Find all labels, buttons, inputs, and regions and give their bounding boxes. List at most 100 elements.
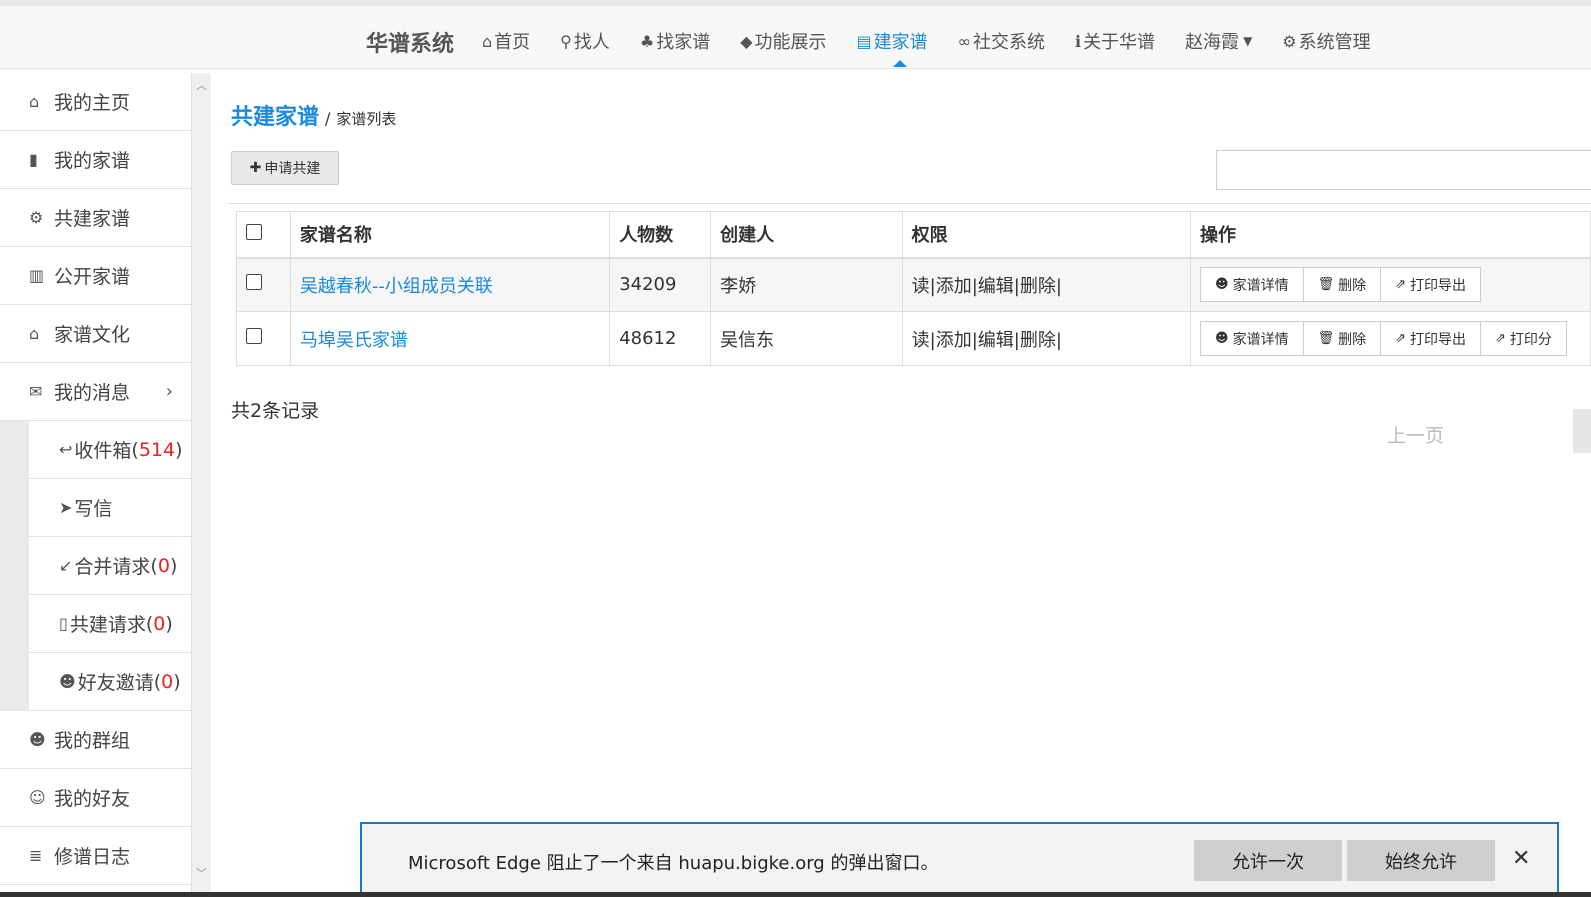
- comments-icon: ✉: [29, 382, 43, 401]
- nav-home[interactable]: ⌂ 首页: [482, 28, 530, 54]
- sidebar-item-friends[interactable]: ☺ 我的好友: [0, 769, 191, 827]
- trash-icon: 🗑: [1317, 277, 1335, 293]
- nav-label: 找家谱: [656, 32, 711, 53]
- button-label: 删除: [1338, 277, 1367, 294]
- actions-cell: ☻ 家谱详情 🗑 删除 ⇗ 打印导出 ⇗ 打印分: [1190, 311, 1591, 366]
- button-label: 申请共建: [264, 161, 321, 177]
- file-o-icon: ▯: [59, 614, 68, 633]
- col-creator: 创建人: [710, 211, 903, 259]
- select-all-cell: [236, 211, 291, 259]
- pagination-next[interactable]: [1573, 409, 1591, 453]
- brand-logo[interactable]: 华谱系统: [366, 26, 454, 58]
- chevron-down-icon[interactable]: ﹀: [196, 865, 207, 881]
- invite-count: 0: [161, 670, 174, 693]
- sidebar-item-write[interactable]: ➤ 写信: [29, 479, 191, 537]
- sidebar-item-label: 我的好友: [54, 788, 131, 810]
- col-name: 家谱名称: [289, 211, 611, 259]
- sidebar-item-label: 修谱日志: [54, 846, 131, 868]
- nav-system-admin[interactable]: ⚙ 系统管理: [1282, 28, 1370, 54]
- print-branch-button[interactable]: ⇗ 打印分: [1480, 321, 1567, 356]
- permission-cell: 读|添加|编辑|删除|: [901, 311, 1192, 366]
- genealogy-name-link[interactable]: 马埠吴氏家谱: [300, 330, 408, 351]
- users-icon: ☻: [29, 730, 46, 749]
- allow-once-button[interactable]: 允许一次: [1194, 840, 1342, 881]
- chevron-up-icon[interactable]: ︿: [196, 77, 207, 93]
- sidebar-scrollbar[interactable]: ︿ ﹀: [191, 73, 211, 897]
- send-icon: ➤: [59, 498, 73, 517]
- breadcrumb: 共建家谱 / 家谱列表: [231, 99, 396, 131]
- nav-build-genealogy[interactable]: ▤ 建家谱: [856, 28, 928, 67]
- users-icon: ☻: [1215, 331, 1229, 346]
- print-export-button[interactable]: ⇗ 打印导出: [1380, 321, 1481, 356]
- sidebar-item-public[interactable]: ▥ 公开家谱: [0, 247, 191, 305]
- sidebar-item-co-build[interactable]: ⚙ 共建家谱: [0, 189, 191, 247]
- permission-cell: 读|添加|编辑|删除|: [901, 257, 1192, 312]
- chevron-right-icon: ›: [165, 381, 173, 402]
- button-label: 打印导出: [1410, 331, 1466, 348]
- delete-button[interactable]: 🗑 删除: [1302, 267, 1382, 303]
- sidebar-item-label: 收件箱: [74, 440, 132, 462]
- sidebar-item-label: 好友邀请: [77, 672, 154, 694]
- sidebar-item-label: 我的消息: [54, 382, 131, 404]
- sidebar-item-messages[interactable]: ✉ 我的消息 ›: [0, 363, 191, 421]
- apply-cobuild-button[interactable]: ✚ 申请共建: [231, 151, 339, 185]
- top-navbar: 华谱系统 ⌂ 首页 ⚲ 找人 ♣ 找家谱 ◆ 功能展示 ▤ 建家谱 ∞ 社交系统 ℹ 关于华谱…: [0, 0, 1591, 69]
- close-icon[interactable]: ✕: [1512, 846, 1530, 871]
- prev-page-link[interactable]: 上一页: [1387, 421, 1444, 448]
- popup-message: Microsoft Edge 阻止了一个来自 huapu.bigke.org 的…: [408, 853, 939, 874]
- sidebar-item-merge-requests[interactable]: ↙ 合并请求(0): [29, 537, 191, 595]
- sidebar-item-my-genealogy[interactable]: ▮ 我的家谱: [0, 131, 191, 189]
- cobuild-count: 0: [153, 612, 166, 635]
- book-icon: ▤: [856, 31, 872, 51]
- home-icon: ⌂: [29, 92, 40, 111]
- always-allow-button[interactable]: 始终允许: [1347, 840, 1495, 881]
- main-nav: ⌂ 首页 ⚲ 找人 ♣ 找家谱 ◆ 功能展示 ▤ 建家谱 ∞ 社交系统 ℹ 关于华谱 赵海霞 ▼…: [482, 28, 1401, 67]
- link-icon: ∞: [957, 31, 971, 51]
- sidebar-item-cobuild-requests[interactable]: ▯ 共建请求(0): [29, 595, 191, 653]
- users-icon: ☻: [1215, 277, 1229, 293]
- table-row: 吴越春秋--小组成员关联 34209 李娇 读|添加|编辑|删除| ☻ 家谱详情 …: [236, 257, 1591, 312]
- nav-features[interactable]: ◆ 功能展示: [740, 28, 826, 54]
- print-export-button[interactable]: ⇗ 打印导出: [1380, 267, 1481, 303]
- sidebar-item-culture[interactable]: ⌂ 家谱文化: [0, 305, 191, 363]
- file-icon: ▮: [29, 150, 38, 169]
- sidebar-item-label: 家谱文化: [54, 324, 131, 346]
- row-checkbox[interactable]: [246, 328, 262, 344]
- nav-find-person[interactable]: ⚲ 找人: [560, 28, 610, 54]
- nav-label: 首页: [494, 32, 531, 53]
- gears-icon: ⚙: [29, 208, 44, 227]
- name-cell: 吴越春秋--小组成员关联: [289, 257, 611, 312]
- share-icon: ⇗: [1495, 331, 1506, 346]
- sidebar-item-home[interactable]: ⌂ 我的主页: [0, 73, 191, 131]
- select-all-checkbox[interactable]: [246, 223, 262, 240]
- sidebar-item-log[interactable]: ≣ 修谱日志: [0, 827, 191, 885]
- reply-icon: ↩: [59, 440, 73, 459]
- row-checkbox[interactable]: [246, 274, 262, 291]
- messages-submenu: ↩ 收件箱(514) ➤ 写信 ↙ 合并请求(0) ▯ 共建请求(0) ☻ 好友邀请(0): [0, 421, 191, 711]
- delete-button[interactable]: 🗑 删除: [1302, 321, 1382, 356]
- nav-about[interactable]: ℹ 关于华谱: [1075, 28, 1155, 54]
- compress-icon: ↙: [59, 556, 73, 575]
- popup-blocked-bar: Microsoft Edge 阻止了一个来自 huapu.bigke.org 的…: [360, 822, 1559, 897]
- search-input[interactable]: [1216, 150, 1591, 190]
- sidebar-item-friend-invites[interactable]: ☻ 好友邀请(0): [29, 653, 191, 711]
- merge-count: 0: [157, 554, 170, 577]
- nav-label: 系统管理: [1298, 32, 1371, 53]
- nav-social[interactable]: ∞ 社交系统: [958, 28, 1045, 54]
- genealogy-table: 家谱名称 人物数 创建人 权限 操作 吴越春秋--小组成员关联 34209 李娇…: [236, 211, 1591, 366]
- genealogy-name-link[interactable]: 吴越春秋--小组成员关联: [300, 276, 493, 297]
- row-select-cell: [236, 311, 291, 366]
- count-cell: 34209: [609, 257, 712, 312]
- caret-down-icon: ▼: [1243, 34, 1253, 48]
- tree-icon: ♣: [639, 31, 655, 51]
- taskbar-edge: [0, 892, 1591, 897]
- detail-button[interactable]: ☻ 家谱详情: [1200, 321, 1304, 356]
- count-cell: 48612: [609, 311, 712, 366]
- nav-label: 找人: [573, 32, 610, 53]
- trash-icon: 🗑: [1317, 331, 1335, 346]
- sidebar-item-groups[interactable]: ☻ 我的群组: [0, 711, 191, 769]
- detail-button[interactable]: ☻ 家谱详情: [1200, 267, 1304, 303]
- nav-user-menu[interactable]: 赵海霞 ▼: [1185, 28, 1252, 54]
- nav-find-genealogy[interactable]: ♣ 找家谱: [640, 28, 710, 54]
- sidebar-item-inbox[interactable]: ↩ 收件箱(514): [29, 421, 191, 479]
